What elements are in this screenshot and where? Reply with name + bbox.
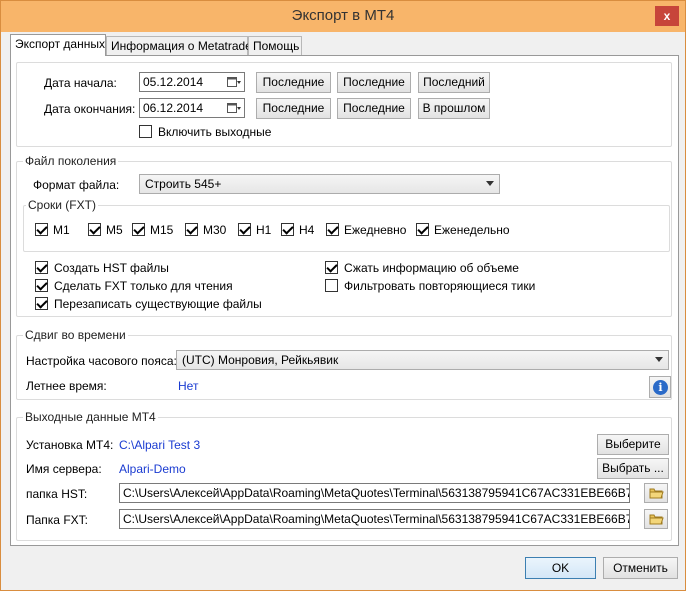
fxt-folder-input[interactable]: C:\Users\Алексей\AppData\Roaming\MetaQuo… [119, 509, 630, 529]
tab-export-data[interactable]: Экспорт данных [10, 34, 106, 56]
cancel-button[interactable]: Отменить [603, 557, 678, 579]
browse-fxt-button[interactable] [644, 509, 668, 529]
window-title: Экспорт в МТ4 [291, 7, 395, 24]
tab-metatrader-info[interactable]: Информация о Metatrader [106, 36, 256, 55]
time-shift-title: Сдвиг во времени [23, 328, 128, 342]
compress-volume-checkbox[interactable] [325, 261, 338, 274]
calendar-icon [227, 103, 241, 113]
title-bar[interactable]: Экспорт в МТ4 x [1, 1, 685, 32]
hst-folder-input[interactable]: C:\Users\Алексей\AppData\Roaming\MetaQuo… [119, 483, 630, 503]
export-dialog: Экспорт в МТ4 x Экспорт данных Информаци… [0, 0, 686, 591]
timeframe-m1-checkbox[interactable] [35, 223, 48, 236]
timezone-value: (UTC) Монровия, Рейкьявик [182, 353, 339, 367]
create-hst-label: Создать HST файлы [54, 261, 169, 275]
dates-group: Дата начала: 05.12.2014 Последние Послед… [16, 62, 672, 147]
create-hst-checkbox[interactable] [35, 261, 48, 274]
timeframe-m1-label: M1 [53, 223, 70, 237]
file-generation-group: Файл поколения Формат файла: Строить 545… [16, 154, 672, 317]
timeframe-h4-checkbox[interactable] [281, 223, 294, 236]
start-date-picker[interactable]: 05.12.2014 [139, 72, 245, 92]
select-server-button[interactable]: Выбрать ... [597, 458, 669, 479]
mt4-output-group: Выходные данные МТ4 Установка МТ4: C:\Al… [16, 410, 672, 541]
chevron-down-icon [655, 357, 663, 362]
end-last-button-2[interactable]: Последние [337, 98, 411, 119]
include-weekends-checkbox[interactable] [139, 125, 152, 138]
mt4-output-title: Выходные данные МТ4 [23, 410, 158, 424]
hst-folder-value: C:\Users\Алексей\AppData\Roaming\MetaQuo… [123, 486, 630, 500]
ok-button[interactable]: OK [525, 557, 596, 579]
timeframe-h1-label: H1 [256, 223, 272, 237]
timeframe-m15-checkbox[interactable] [132, 223, 145, 236]
filter-ticks-label: Фильтровать повторяющиеся тики [344, 279, 536, 293]
start-date-label: Дата начала: [44, 76, 117, 90]
fxt-readonly-label: Сделать FXT только для чтения [54, 279, 233, 293]
compress-volume-label: Сжать информацию об объеме [344, 261, 519, 275]
dst-label: Летнее время: [26, 379, 107, 393]
end-date-label: Дата окончания: [44, 102, 136, 116]
start-date-value: 05.12.2014 [143, 75, 204, 89]
timeframe-weekly-checkbox[interactable] [416, 223, 429, 236]
tab-help[interactable]: Помощь [248, 36, 302, 55]
timeframe-h1-checkbox[interactable] [238, 223, 251, 236]
time-shift-group: Сдвиг во времени Настройка часового пояс… [16, 328, 672, 400]
fxt-readonly-checkbox[interactable] [35, 279, 48, 292]
end-date-value: 06.12.2014 [143, 101, 204, 115]
timezone-select[interactable]: (UTC) Монровия, Рейкьявик [176, 350, 669, 370]
timeframes-group: Сроки (FXT) M1 M5 M15 M30 H1 H4 Ежедневн… [23, 198, 670, 252]
timeframes-title: Сроки (FXT) [26, 198, 98, 212]
file-generation-title: Файл поколения [23, 154, 119, 168]
fxt-folder-label: Папка FXT: [26, 513, 88, 527]
chevron-down-icon [486, 181, 494, 186]
tab-panel: Дата начала: 05.12.2014 Последние Послед… [10, 55, 679, 546]
overwrite-files-label: Перезаписать существующие файлы [54, 297, 262, 311]
folder-icon [649, 514, 664, 525]
timeframe-h4-label: H4 [299, 223, 315, 237]
timeframe-daily-checkbox[interactable] [326, 223, 339, 236]
file-format-value: Строить 545+ [145, 177, 222, 191]
close-button[interactable]: x [655, 6, 679, 26]
mt4-install-label: Установка МТ4: [26, 438, 114, 452]
timeframe-m15-label: M15 [150, 223, 174, 237]
calendar-icon [227, 77, 241, 87]
file-format-select[interactable]: Строить 545+ [139, 174, 500, 194]
timeframe-m5-checkbox[interactable] [88, 223, 101, 236]
end-date-picker[interactable]: 06.12.2014 [139, 98, 245, 118]
browse-hst-button[interactable] [644, 483, 668, 503]
include-weekends-label: Включить выходные [158, 125, 272, 139]
fxt-folder-value: C:\Users\Алексей\AppData\Roaming\MetaQuo… [123, 512, 630, 526]
start-last-button-2[interactable]: Последние [337, 72, 411, 93]
filter-ticks-checkbox[interactable] [325, 279, 338, 292]
timeframe-m5-label: M5 [106, 223, 123, 237]
info-icon: i [653, 380, 668, 395]
info-button[interactable]: i [649, 376, 671, 398]
end-last-button-1[interactable]: Последние [256, 98, 331, 119]
start-last-button-3[interactable]: Последний [418, 72, 490, 93]
overwrite-files-checkbox[interactable] [35, 297, 48, 310]
hst-folder-label: папка HST: [26, 487, 88, 501]
end-past-button[interactable]: В прошлом [418, 98, 490, 119]
server-name-value[interactable]: Alpari-Demo [119, 462, 186, 476]
select-install-button[interactable]: Выберите [597, 434, 669, 455]
timeframe-daily-label: Ежедневно [344, 223, 407, 237]
folder-icon [649, 488, 664, 499]
dst-value: Нет [178, 379, 199, 393]
server-name-label: Имя сервера: [26, 462, 102, 476]
timeframe-m30-label: M30 [203, 223, 227, 237]
dialog-footer: OK Отменить [1, 549, 685, 590]
start-last-button-1[interactable]: Последние [256, 72, 331, 93]
timeframe-weekly-label: Еженедельно [434, 223, 510, 237]
timezone-label: Настройка часового пояса: [26, 354, 177, 368]
timeframe-m30-checkbox[interactable] [185, 223, 198, 236]
mt4-install-value[interactable]: C:\Alpari Test 3 [119, 438, 200, 452]
file-format-label: Формат файла: [33, 178, 120, 192]
